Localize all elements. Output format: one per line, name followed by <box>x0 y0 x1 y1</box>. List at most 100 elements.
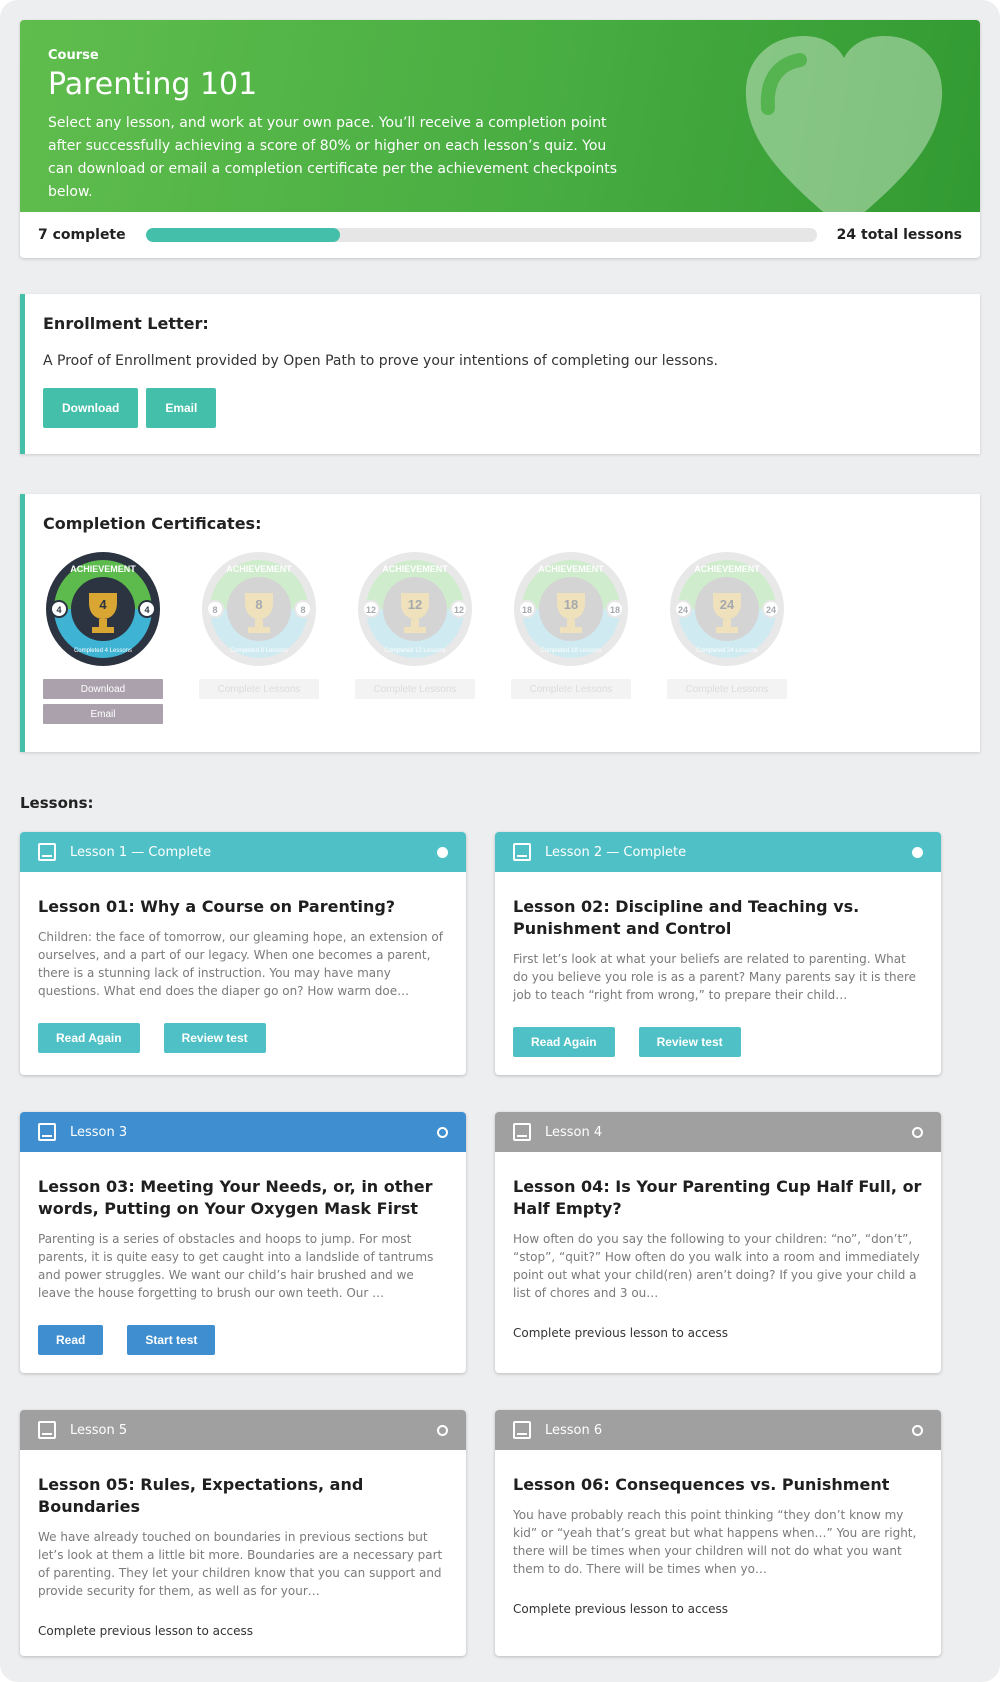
badge-count-left: 8 <box>212 605 217 615</box>
enrollment-actions: Download Email <box>43 388 962 428</box>
lesson-header-label: Lesson 1 — Complete <box>70 844 212 860</box>
lesson-read-button[interactable]: Read <box>38 1325 104 1355</box>
lesson-title[interactable]: Lesson 02: Discipline and Teaching vs. P… <box>513 896 923 940</box>
lesson-card[interactable]: Lesson 1 — Complete Lesson 01: Why a Cou… <box>20 832 466 1075</box>
lesson-grid: Lesson 1 — Complete Lesson 01: Why a Cou… <box>20 832 980 1656</box>
lesson-title[interactable]: Lesson 03: Meeting Your Needs, or, in ot… <box>38 1176 448 1220</box>
certificate-locked-button: Complete Lessons <box>199 679 319 699</box>
book-icon <box>38 843 56 861</box>
progress-track <box>145 228 817 242</box>
certificate-badge-24: 24 24 24 ACHIEVEMENT Completed 24 Lesson… <box>667 549 787 724</box>
badge-count-left: 12 <box>366 605 376 615</box>
book-icon <box>38 1123 56 1141</box>
lesson-excerpt: You have probably reach this point think… <box>513 1508 917 1576</box>
completed-status-icon <box>912 846 923 858</box>
certificate-badge-12: 12 12 12 ACHIEVEMENT Completed 12 Lesson… <box>355 549 475 724</box>
badge-count: 12 <box>408 597 422 612</box>
badge-count-right: 12 <box>454 605 464 615</box>
lesson-card[interactable]: Lesson 6 Lesson 06: Consequences vs. Pun… <box>495 1410 941 1656</box>
badge-count-right: 24 <box>766 605 776 615</box>
badge-row: 4 4 4 ACHIEVEMENT Completed 4 Lessons Do… <box>43 549 962 724</box>
badge-arc-text: ACHIEVEMENT <box>70 564 136 574</box>
badge-arc-text: ACHIEVEMENT <box>538 564 604 574</box>
badge-sub-text: Completed 8 Lessons <box>230 648 288 654</box>
achievement-badge-icon: 18 18 18 ACHIEVEMENT Completed 18 Lesson… <box>514 552 628 666</box>
badge-count-left: 4 <box>56 605 61 615</box>
incomplete-status-icon <box>437 1126 448 1138</box>
lesson-title[interactable]: Lesson 01: Why a Course on Parenting? <box>38 896 448 918</box>
lesson-read-button[interactable]: Read Again <box>38 1023 140 1053</box>
incomplete-status-icon <box>912 1126 923 1138</box>
lesson-read-button[interactable]: Read Again <box>513 1027 615 1057</box>
lesson-locked-note: Complete previous lesson to access <box>513 1602 729 1616</box>
certificate-email-button[interactable]: Email <box>43 704 163 724</box>
certificate-badge-4: 4 4 4 ACHIEVEMENT Completed 4 Lessons Do… <box>43 549 163 724</box>
certificate-locked-button: Complete Lessons <box>511 679 631 699</box>
lesson-header-label: Lesson 3 <box>70 1124 128 1140</box>
lesson-test-button[interactable]: Review test <box>163 1023 266 1053</box>
lesson-card[interactable]: Lesson 5 Lesson 05: Rules, Expectations,… <box>20 1410 466 1656</box>
lesson-header[interactable]: Lesson 6 <box>495 1410 941 1450</box>
lesson-excerpt: Parenting is a series of obstacles and h… <box>38 1232 434 1300</box>
badge-arc-text: ACHIEVEMENT <box>694 564 760 574</box>
lesson-body: Lesson 01: Why a Course on Parenting? Ch… <box>20 872 466 1071</box>
lesson-test-button[interactable]: Review test <box>638 1027 741 1057</box>
badge-count-right: 8 <box>300 605 305 615</box>
badge-sub-text: Completed 12 Lessons <box>384 648 445 654</box>
certificate-download-button[interactable]: Download <box>43 679 163 699</box>
lesson-header[interactable]: Lesson 2 — Complete <box>495 832 941 872</box>
course-description: Select any lesson, and work at your own … <box>48 115 617 200</box>
lesson-card[interactable]: Lesson 2 — Complete Lesson 02: Disciplin… <box>495 832 941 1075</box>
lesson-actions: Read Start test <box>38 1325 448 1355</box>
course-hero: Course Parenting 101 Select any lesson, … <box>20 20 980 258</box>
book-icon <box>38 1421 56 1439</box>
book-icon <box>513 1421 531 1439</box>
lesson-test-button[interactable]: Start test <box>127 1325 216 1355</box>
lesson-card[interactable]: Lesson 4 Lesson 04: Is Your Parenting Cu… <box>495 1112 941 1373</box>
incomplete-status-icon <box>437 1424 448 1436</box>
course-hero-banner: Course Parenting 101 Select any lesson, … <box>20 20 980 212</box>
lesson-excerpt: Children: the face of tomorrow, our glea… <box>38 930 443 998</box>
lesson-body: Lesson 03: Meeting Your Needs, or, in ot… <box>20 1152 466 1373</box>
badge-count: 18 <box>564 597 578 612</box>
badge-sub-text: Completed 24 Lessons <box>696 648 757 654</box>
certificate-locked-button: Complete Lessons <box>667 679 787 699</box>
certificate-locked-button: Complete Lessons <box>355 679 475 699</box>
lesson-card[interactable]: Lesson 3 Lesson 03: Meeting Your Needs, … <box>20 1112 466 1373</box>
badge-sub-text: Completed 18 Lessons <box>540 648 601 654</box>
lesson-header[interactable]: Lesson 1 — Complete <box>20 832 466 872</box>
total-lessons: 24 total lessons <box>836 227 962 243</box>
lesson-locked-note: Complete previous lesson to access <box>513 1326 729 1340</box>
lesson-header-label: Lesson 6 <box>545 1422 603 1438</box>
lesson-title[interactable]: Lesson 05: Rules, Expectations, and Boun… <box>38 1474 448 1518</box>
course-progress: 7 complete 24 total lessons <box>20 212 980 258</box>
heart-icon <box>745 36 943 212</box>
book-icon <box>513 1123 531 1141</box>
badge-arc-text: ACHIEVEMENT <box>226 564 292 574</box>
lesson-body: Lesson 06: Consequences vs. Punishment Y… <box>495 1450 941 1634</box>
badge-count: 8 <box>255 597 262 612</box>
achievement-badge-icon: 24 24 24 ACHIEVEMENT Completed 24 Lesson… <box>670 552 784 666</box>
lesson-body: Lesson 02: Discipline and Teaching vs. P… <box>495 872 941 1075</box>
certificate-badge-8: 8 8 8 ACHIEVEMENT Completed 8 Lessons Co… <box>199 549 319 724</box>
lesson-header-label: Lesson 4 <box>545 1124 603 1140</box>
lessons-heading: Lessons: <box>20 794 94 812</box>
lesson-actions: Read Again Review test <box>38 1023 448 1053</box>
lesson-header-label: Lesson 2 — Complete <box>545 844 687 860</box>
completed-status-icon <box>437 846 448 858</box>
badge-count: 24 <box>720 597 735 612</box>
certificate-badge-18: 18 18 18 ACHIEVEMENT Completed 18 Lesson… <box>511 549 631 724</box>
lesson-header[interactable]: Lesson 3 <box>20 1112 466 1152</box>
lesson-title[interactable]: Lesson 04: Is Your Parenting Cup Half Fu… <box>513 1176 923 1220</box>
enrollment-download-button[interactable]: Download <box>43 388 139 428</box>
lesson-header[interactable]: Lesson 4 <box>495 1112 941 1152</box>
enrollment-email-button[interactable]: Email <box>146 388 217 428</box>
lesson-header[interactable]: Lesson 5 <box>20 1410 466 1450</box>
badge-count-left: 24 <box>678 605 688 615</box>
lesson-actions: Read Again Review test <box>513 1027 923 1057</box>
lesson-body: Lesson 04: Is Your Parenting Cup Half Fu… <box>495 1152 941 1358</box>
progress-fill <box>145 228 341 242</box>
badge-count-right: 18 <box>610 605 620 615</box>
lesson-title[interactable]: Lesson 06: Consequences vs. Punishment <box>513 1474 923 1496</box>
lesson-excerpt: First let’s look at what your beliefs ar… <box>513 952 917 1002</box>
